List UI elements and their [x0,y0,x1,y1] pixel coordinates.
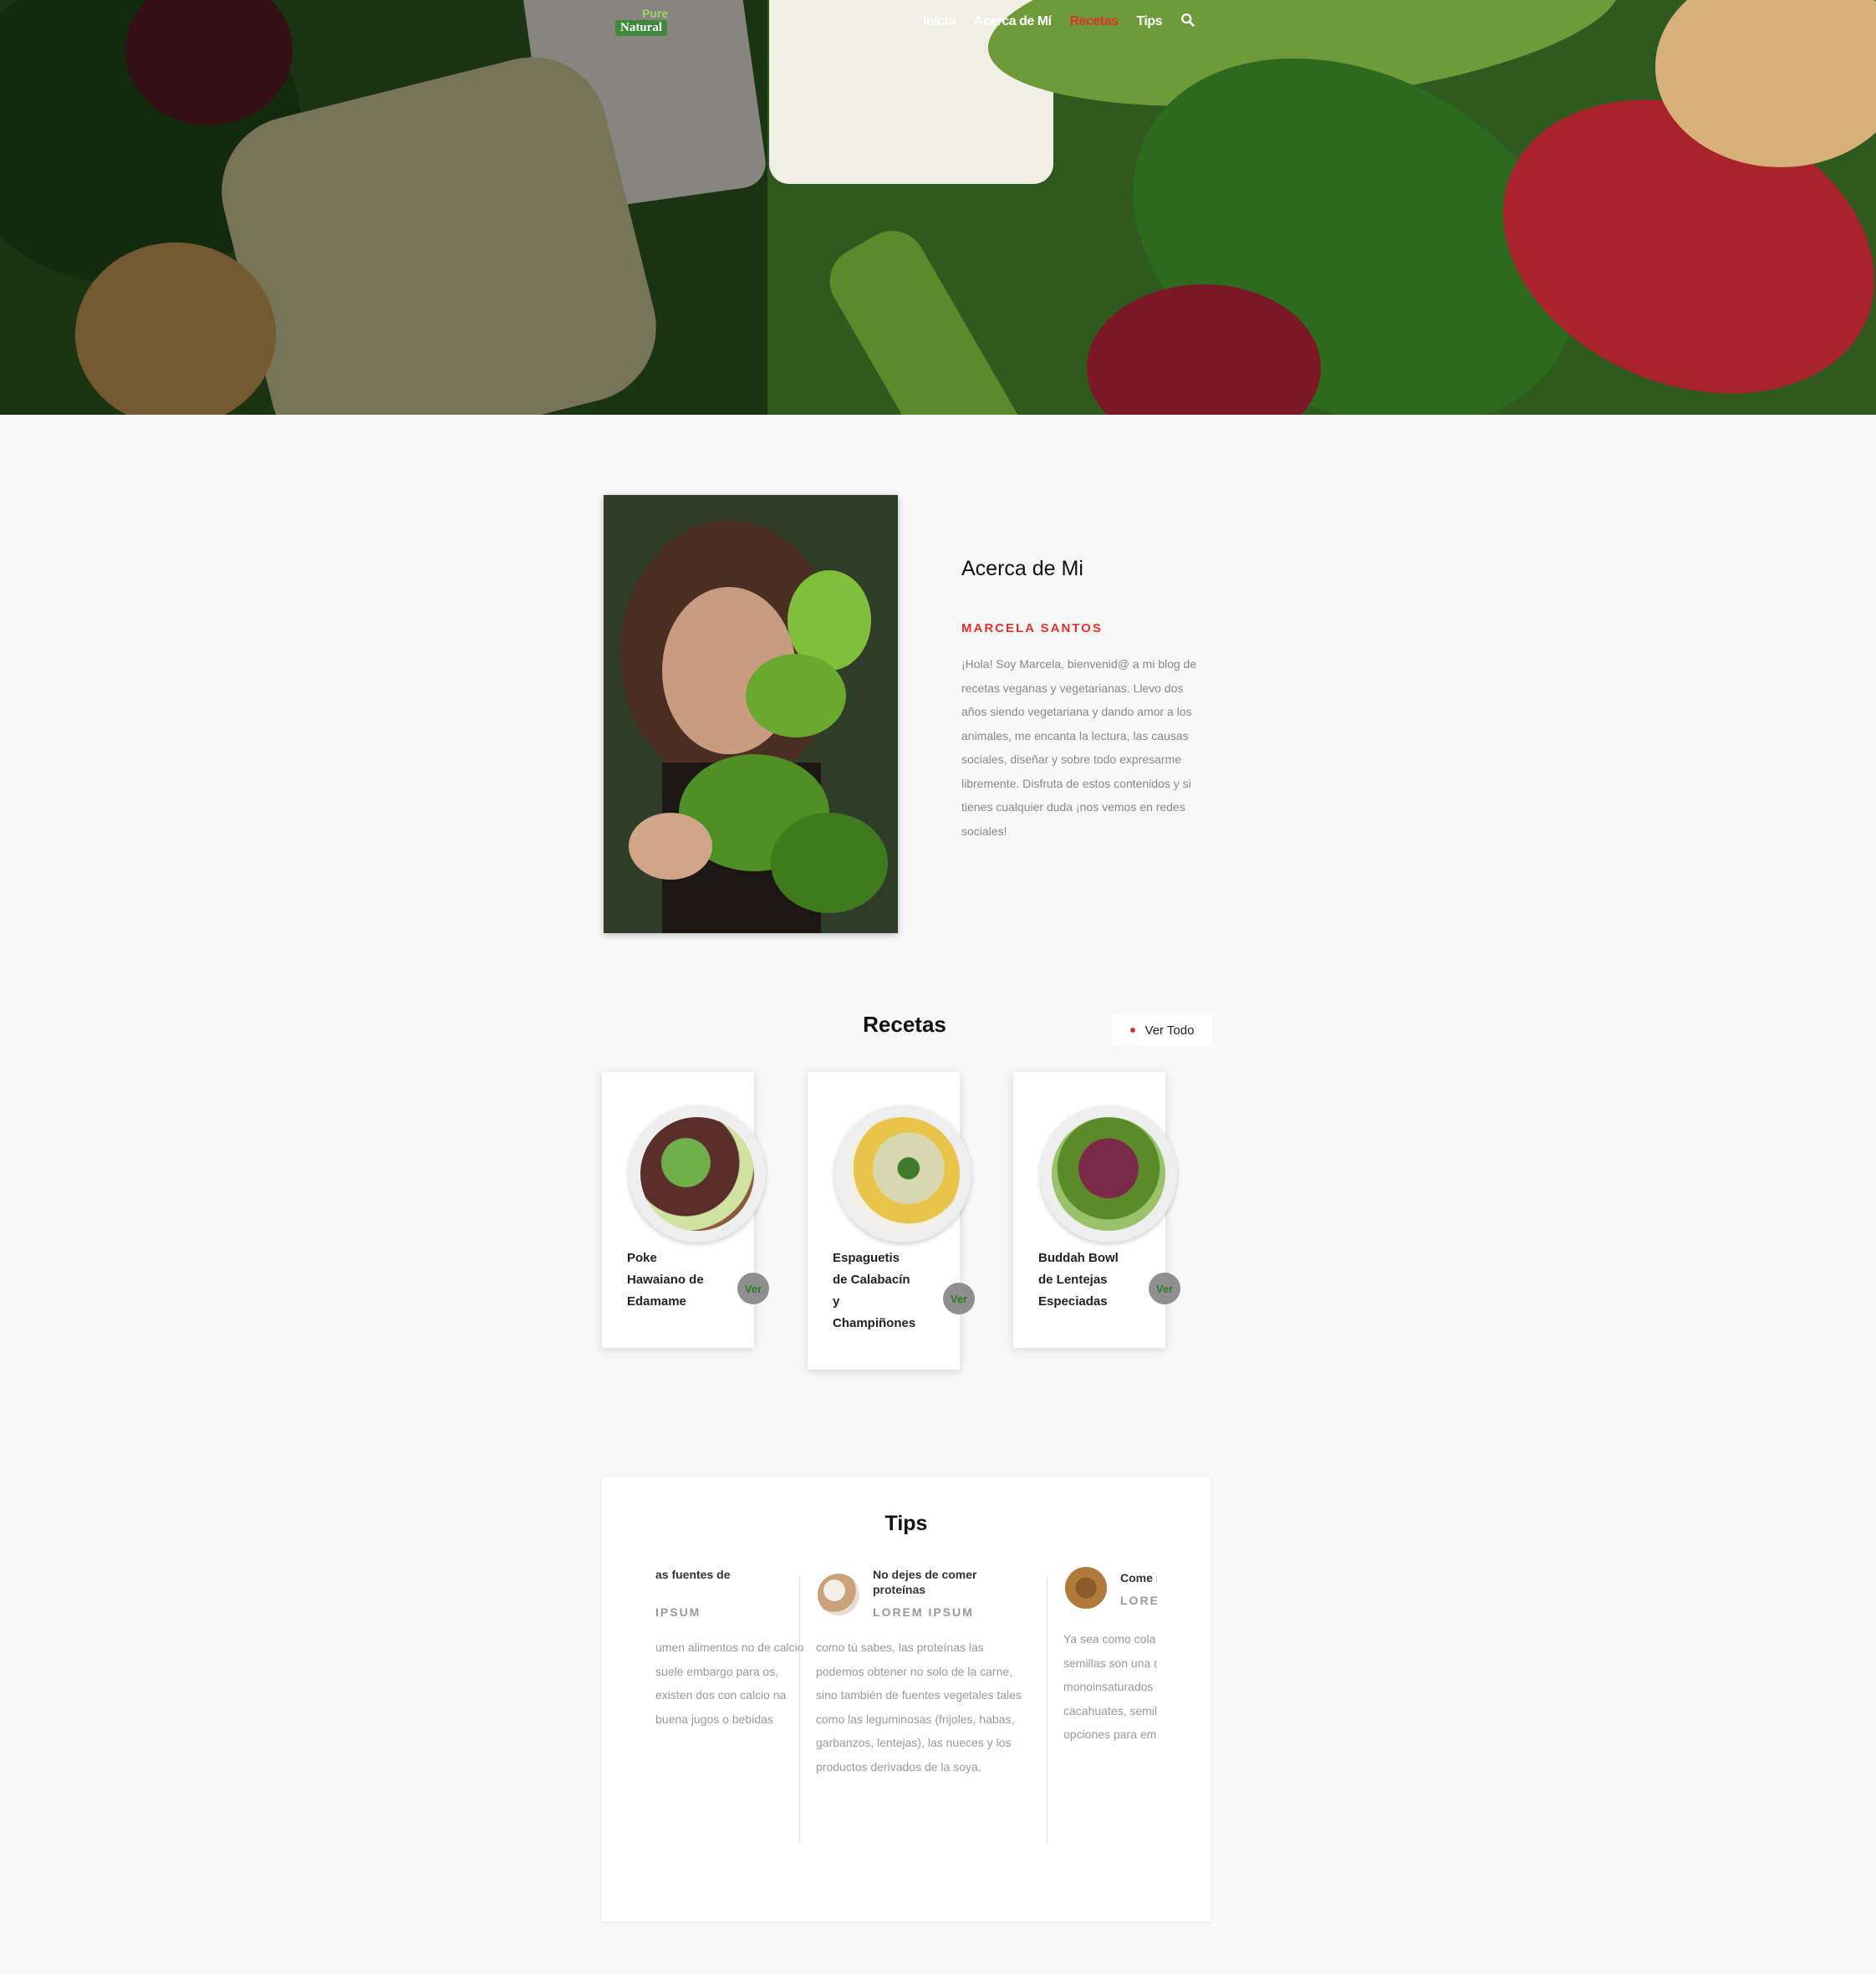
recipe-title: Espaguetis de Calabacín y Champiñones [833,1251,916,1330]
see-all-button[interactable]: Ver Todo [1112,1015,1212,1045]
see-all-label: Ver Todo [1144,1023,1195,1038]
recipe-title: Poke Hawaiano de Edamame [627,1251,704,1309]
recipes-title: Recetas [863,1012,946,1037]
tip-title: Come n [1120,1571,1157,1585]
recipe-image [1040,1105,1177,1243]
tip-subtitle: IPSUM [655,1605,701,1619]
recipe-card[interactable]: Espaguetis de Calabacín y Champiñones Ve… [808,1072,975,1370]
tip-avatar [1065,1567,1107,1609]
recipe-image [629,1105,766,1243]
tip-divider [799,1577,800,1843]
tip-avatar [818,1574,859,1615]
logo-line1: Pure [642,7,669,20]
nav-item-acerca[interactable]: Acerca de Mí [974,14,1052,29]
tip-text: umen alimentos no de calcio suele embarg… [655,1641,804,1726]
tip-title: as fuentes de [655,1568,731,1581]
recipe-title: Buddah Bowl de Lentejas Especiadas [1038,1251,1119,1309]
tip-subtitle: LOREM IPSUM [873,1605,974,1619]
hero-banner: Pure Natural Inicio Acerca de Mí Recetas… [0,0,1876,415]
logo-line2: Natural [615,20,667,36]
tips-section: Tips as fuentes de IPSUM umen alimentos … [602,1477,1211,1921]
site-logo[interactable]: Pure Natural [614,7,672,42]
nav-item-tips[interactable]: Tips [1136,14,1162,29]
tips-carousel[interactable]: as fuentes de IPSUM umen alimentos no de… [655,1567,1157,1901]
recipe-card[interactable]: Poke Hawaiano de Edamame Ver [602,1072,769,1348]
view-recipe-button[interactable]: Ver [737,1273,769,1304]
tips-title: Tips [884,1512,928,1535]
tip-title: No dejes de comer proteínas [873,1568,977,1596]
main-nav: Inicio Acerca de Mí Recetas Tips [923,13,1199,31]
tip-divider [1047,1577,1048,1843]
author-name: MARCELA SANTOS [961,621,1103,635]
search-icon[interactable] [1180,13,1199,31]
tip-text: Ya sea como cola parte de un platil semi… [1063,1632,1157,1741]
about-title: Acerca de Mi [961,557,1083,580]
author-photo [604,495,898,933]
recipe-card[interactable]: Buddah Bowl de Lentejas Especiadas Ver [1013,1072,1180,1348]
tip-subtitle: LOREM [1120,1594,1157,1607]
view-recipe-button[interactable]: Ver [1149,1273,1180,1304]
nav-item-inicio[interactable]: Inicio [923,14,956,29]
tip-text: como tú sabes, las proteínas las podemos… [816,1641,1022,1773]
bullet-icon [1129,1028,1135,1033]
about-text: ¡Hola! Soy Marcela, bienvenid@ a mi blog… [961,657,1197,838]
view-recipe-button[interactable]: Ver [943,1283,975,1314]
nav-item-recetas[interactable]: Recetas [1070,14,1119,29]
recipe-image [834,1105,971,1243]
